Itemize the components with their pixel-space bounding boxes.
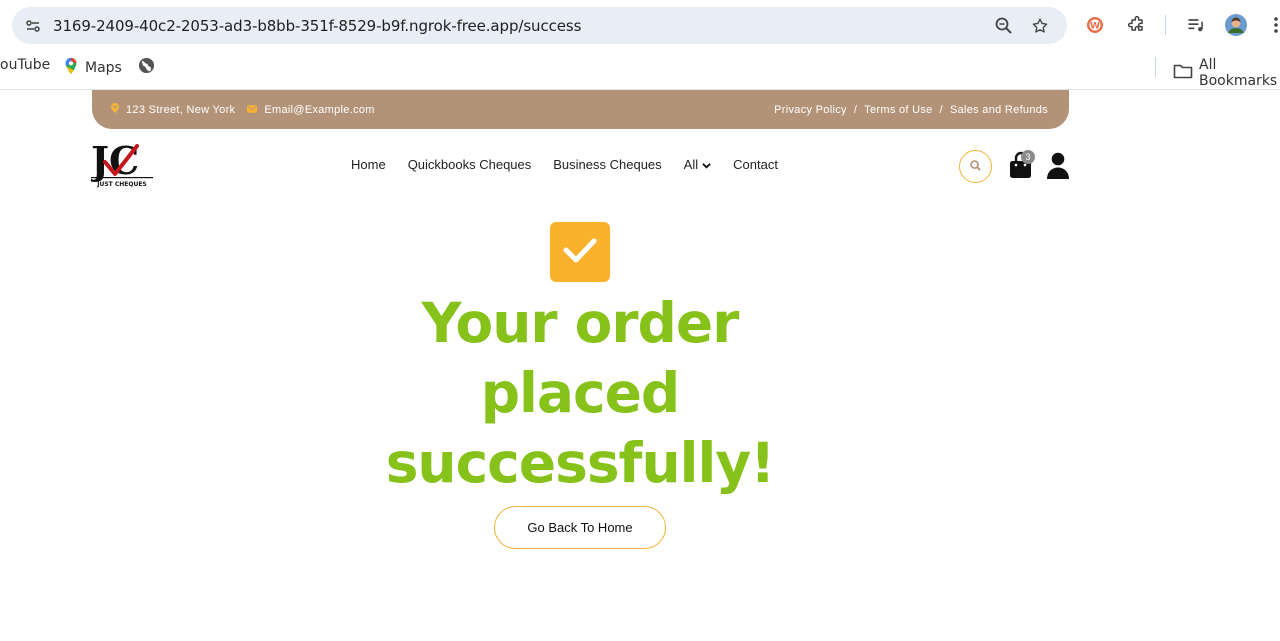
cart-count-badge: 3 bbox=[1021, 150, 1035, 164]
nav-label: Home bbox=[351, 157, 386, 172]
site-logo[interactable]: JC JUST CHEQUES bbox=[88, 138, 153, 188]
nav-contact[interactable]: Contact bbox=[733, 157, 778, 172]
email-text: Email@Example.com bbox=[264, 103, 375, 116]
logo-monogram: JC bbox=[91, 138, 139, 183]
bookmark-star-icon[interactable] bbox=[1029, 15, 1051, 37]
go-back-home-button[interactable]: Go Back To Home bbox=[494, 506, 666, 549]
logo-tagline: JUST CHEQUES bbox=[96, 181, 147, 188]
browser-chrome: 3169-2409-40c2-2053-ad3-b8bb-351f-8529-b… bbox=[0, 0, 1280, 90]
shopping-bag-icon bbox=[1009, 151, 1033, 183]
checkmark-icon bbox=[563, 237, 597, 268]
search-icon bbox=[970, 158, 981, 176]
user-icon bbox=[1046, 152, 1070, 183]
location-pin-icon bbox=[111, 103, 119, 116]
nav-quickbooks-cheques[interactable]: Quickbooks Cheques bbox=[408, 157, 532, 172]
address-bar[interactable]: 3169-2409-40c2-2053-ad3-b8bb-351f-8529-b… bbox=[12, 7, 1067, 44]
bookmark-globe[interactable] bbox=[138, 57, 155, 78]
url-text[interactable]: 3169-2409-40c2-2053-ad3-b8bb-351f-8529-b… bbox=[53, 17, 581, 35]
button-label: Go Back To Home bbox=[527, 520, 633, 535]
account-button[interactable] bbox=[1046, 152, 1070, 179]
main-nav: Home Quickbooks Cheques Business Cheques… bbox=[351, 157, 778, 172]
wordpress-extension-icon[interactable]: W bbox=[1083, 13, 1107, 37]
privacy-policy-link[interactable]: Privacy Policy bbox=[774, 104, 847, 116]
bookmark-maps[interactable]: Maps bbox=[63, 57, 122, 79]
media-controls-icon[interactable] bbox=[1184, 13, 1208, 37]
nav-home[interactable]: Home bbox=[351, 157, 386, 172]
nav-business-cheques[interactable]: Business Cheques bbox=[553, 157, 661, 172]
toolbar-divider bbox=[1165, 15, 1166, 35]
sales-refunds-link[interactable]: Sales and Refunds bbox=[950, 104, 1048, 116]
nav-all-dropdown[interactable]: All bbox=[684, 157, 711, 172]
extensions-icon[interactable] bbox=[1125, 13, 1149, 37]
bookmarks-divider bbox=[1155, 57, 1156, 77]
folder-icon bbox=[1173, 63, 1193, 83]
search-button[interactable] bbox=[959, 150, 992, 183]
top-info-bar: 123 Street, New York Email@Example.com P… bbox=[92, 90, 1069, 129]
address-info: 123 Street, New York bbox=[111, 103, 235, 116]
bookmarks-bar: ouTube Maps All Bookmarks bbox=[0, 54, 1280, 89]
success-check-badge bbox=[550, 222, 610, 282]
site-info-icon[interactable] bbox=[20, 13, 46, 39]
email-info[interactable]: Email@Example.com bbox=[247, 104, 374, 116]
all-bookmarks[interactable]: All Bookmarks bbox=[1173, 57, 1280, 89]
zoom-icon[interactable] bbox=[993, 15, 1015, 37]
profile-avatar-icon[interactable] bbox=[1224, 13, 1248, 37]
nav-label: Quickbooks Cheques bbox=[407, 157, 532, 172]
nav-label: Contact bbox=[733, 157, 778, 172]
bookmark-label: Maps bbox=[85, 60, 122, 76]
success-headline: Your order placed successfully! bbox=[385, 291, 776, 495]
globe-icon bbox=[138, 57, 155, 78]
envelope-icon bbox=[247, 104, 258, 116]
nav-label: All bbox=[683, 157, 699, 172]
link-separator: / bbox=[853, 104, 858, 116]
link-separator: / bbox=[939, 104, 943, 116]
nav-label: Business Cheques bbox=[553, 157, 662, 172]
chevron-down-icon bbox=[702, 157, 711, 172]
bookmark-label: ouTube bbox=[0, 57, 51, 73]
chrome-menu-icon[interactable] bbox=[1264, 13, 1280, 37]
bookmark-youtube[interactable]: ouTube bbox=[0, 57, 50, 73]
address-text: 123 Street, New York bbox=[126, 103, 236, 116]
svg-text:W: W bbox=[1090, 22, 1100, 32]
maps-icon bbox=[63, 57, 79, 79]
all-bookmarks-label: All Bookmarks bbox=[1199, 57, 1278, 89]
terms-of-use-link[interactable]: Terms of Use bbox=[864, 104, 932, 116]
